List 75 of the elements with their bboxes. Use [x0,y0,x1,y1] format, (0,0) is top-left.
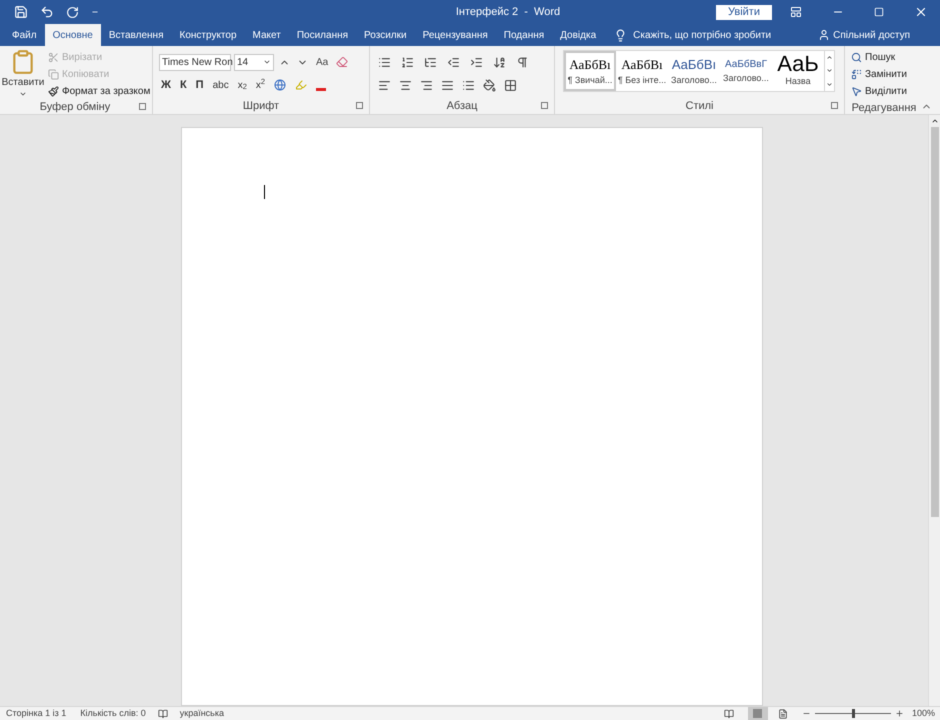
window-title: Інтерфейс 2 - Word [454,4,562,20]
font-name-field[interactable]: Times New Ron [159,54,231,70]
read-mode-icon[interactable] [724,708,734,718]
zoom-in-icon[interactable] [894,709,904,718]
close-icon[interactable] [914,5,928,19]
tell-me-field[interactable]: Скажіть, що потрібно зробити [633,28,772,42]
caret-icon [19,90,27,98]
ribbon-display-icon[interactable] [790,6,802,18]
ribbon-tab[interactable]: Файл [4,24,45,46]
restore-icon[interactable] [874,7,884,17]
scissors-icon [48,52,59,62]
vertical-scrollbar[interactable] [928,115,940,706]
clipboard-item[interactable]: Формат за зразком [48,83,150,99]
group-label: Буфер обміну [40,100,110,115]
paste-button[interactable]: Вставити [4,49,42,99]
format-button[interactable]: x$^{2}$ [254,76,268,94]
scroll-up-icon[interactable] [930,117,938,125]
paintbrush-icon [48,86,59,96]
style-item[interactable]: АаБбВвГ Заголово... [720,51,772,91]
search-icon [851,52,862,63]
ribbon-tab[interactable]: Посилання [288,24,356,46]
editing-item[interactable]: Пошук [851,49,921,66]
style-item[interactable]: АаБбВı Заголово... [668,51,720,91]
format-button[interactable]: abc [210,76,231,94]
more-icon [826,80,833,88]
format-button[interactable]: К [178,76,189,94]
format-button[interactable]: x$_{2}$ [236,76,249,94]
group-label: Редагування [852,100,916,116]
proofing-icon[interactable] [158,708,168,718]
style-item[interactable]: АаБбВı ¶ Звичай... [564,51,616,91]
ribbon-tab[interactable]: Макет [244,24,289,46]
dialog-launcher-icon[interactable] [541,102,548,109]
lightbulb-icon [614,28,628,42]
person-icon [818,29,830,41]
web-layout-icon[interactable] [778,708,788,718]
ribbon-tab[interactable]: Розсилки [356,24,415,46]
style-item[interactable]: АаБбВı ¶ Без інте... [616,51,668,91]
zoom-level[interactable]: 100% [912,706,940,720]
scrollbar-thumb[interactable] [930,127,938,517]
font-size-field[interactable]: 14 [234,54,274,70]
ribbon-tab[interactable]: Вставлення [100,24,172,46]
sign-in-button[interactable]: Увійти [716,4,772,20]
group-label: Стилі [686,98,714,114]
change-case-button[interactable]: Aa [313,52,332,72]
language[interactable]: українська [180,706,224,720]
share-button[interactable]: Спільний доступ [833,28,910,42]
dialog-launcher-icon[interactable] [831,102,838,109]
copy-icon [48,68,59,80]
format-button[interactable]: Ж [159,76,173,94]
redo-icon[interactable] [66,6,79,18]
editing-item[interactable]: Замінити [851,66,921,83]
replace-icon [851,69,862,80]
pointer-icon [851,86,862,97]
scroll-down-icon [826,67,833,74]
ribbon-tab[interactable]: Конструктор [172,24,245,46]
ribbon-tab[interactable]: Основне [44,24,101,46]
format-button[interactable]: П [194,76,206,94]
save-icon[interactable] [14,5,28,19]
dialog-launcher-icon[interactable] [139,103,146,110]
word-count[interactable]: Кількість слів: 0 [80,706,146,720]
ribbon-tab[interactable]: Подання [496,24,552,46]
group-label: Шрифт [242,98,280,114]
caret-icon [263,58,271,66]
ribbon-tab[interactable]: Довідка [552,24,604,46]
ribbon-tab[interactable]: Рецензування [414,24,496,46]
undo-icon[interactable] [40,5,54,19]
dialog-launcher-icon[interactable] [356,102,363,109]
group-label: Абзац [446,98,478,114]
scroll-up-icon [826,54,833,62]
style-item[interactable]: АаЬ Назва [772,51,824,91]
print-layout-icon[interactable] [748,706,768,720]
gallery-scroll[interactable] [824,51,834,91]
page-count[interactable]: Сторінка 1 із 1 [6,706,66,720]
editing-item[interactable]: Виділити [851,83,921,100]
zoom-slider-thumb[interactable] [852,709,855,718]
